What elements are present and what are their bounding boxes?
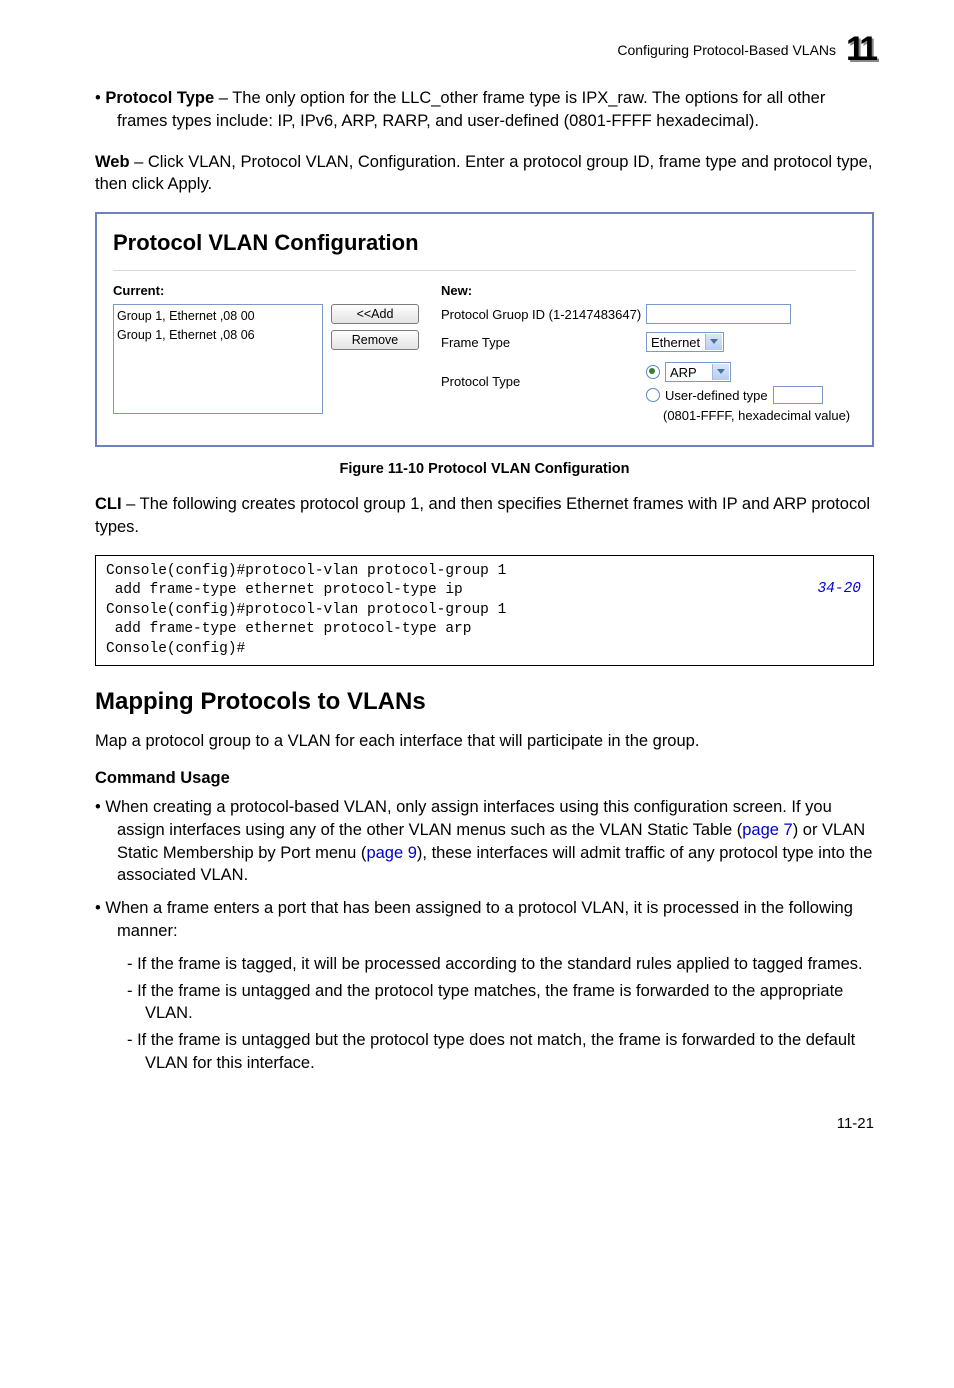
current-listbox[interactable]: Group 1, Ethernet ,08 00 Group 1, Ethern… [113, 304, 323, 414]
code-page-ref[interactable]: 34-20 [817, 580, 861, 600]
web-lead: Web [95, 153, 130, 171]
cli-code: Console(config)#protocol-vlan protocol-g… [106, 563, 506, 657]
chevron-down-icon [710, 339, 718, 344]
usage-bullet-1: When creating a protocol-based VLAN, onl… [95, 796, 874, 887]
frame-type-value: Ethernet [651, 335, 700, 350]
user-defined-hint: (0801-FFFF, hexadecimal value) [646, 408, 850, 423]
protocol-type-label: Protocol Type [105, 89, 214, 107]
command-usage-heading: Command Usage [95, 769, 874, 788]
group-id-input[interactable] [646, 304, 791, 324]
frame-type-label: Frame Type [441, 335, 646, 350]
current-label: Current: [113, 283, 423, 298]
cli-instruction: CLI – The following creates protocol gro… [95, 493, 874, 539]
cli-lead: CLI [95, 495, 122, 513]
breadcrumb: Configuring Protocol-Based VLANs [617, 42, 836, 58]
usage-subbullet-2: - If the frame is untagged and the proto… [95, 980, 874, 1026]
protocol-type-text: – The only option for the LLC_other fram… [117, 89, 825, 130]
usage-b1-a: When creating a protocol-based VLAN, onl… [105, 798, 831, 839]
usage-bullet-2: When a frame enters a port that has been… [95, 897, 874, 943]
sub1-text: If the frame is tagged, it will be proce… [137, 955, 863, 973]
divider [113, 270, 856, 271]
new-label: New: [441, 283, 856, 298]
protocol-type-bullet: Protocol Type – The only option for the … [95, 87, 874, 133]
figure-caption: Figure 11-10 Protocol VLAN Configuration [95, 461, 874, 477]
protocol-type-label: Protocol Type [441, 360, 646, 389]
chapter-number-badge: 11 [846, 30, 874, 69]
cli-text: – The following creates protocol group 1… [95, 495, 870, 536]
protocol-select-value: ARP [670, 365, 697, 380]
protocol-radio-userdefined[interactable] [646, 388, 660, 402]
page-header: Configuring Protocol-Based VLANs 11 [95, 30, 874, 69]
section-heading: Mapping Protocols to VLANs [95, 688, 874, 716]
cli-code-block: Console(config)#protocol-vlan protocol-g… [95, 555, 874, 667]
page-number: 11-21 [95, 1115, 874, 1132]
page-link-9[interactable]: page 9 [366, 844, 416, 862]
section-intro: Map a protocol group to a VLAN for each … [95, 730, 874, 753]
protocol-select[interactable]: ARP [665, 362, 731, 382]
screenshot-panel: Protocol VLAN Configuration Current: Gro… [95, 212, 874, 447]
list-item[interactable]: Group 1, Ethernet ,08 00 [117, 307, 319, 326]
usage-subbullet-3: - If the frame is untagged but the proto… [95, 1029, 874, 1075]
web-instruction: Web – Click VLAN, Protocol VLAN, Configu… [95, 151, 874, 197]
chevron-down-icon [717, 369, 725, 374]
list-item[interactable]: Group 1, Ethernet ,08 06 [117, 326, 319, 345]
usage-subbullet-1: - If the frame is tagged, it will be pro… [95, 953, 874, 976]
user-defined-label: User-defined type [665, 388, 768, 403]
protocol-radio-predefined[interactable] [646, 365, 660, 379]
page-link-7[interactable]: page 7 [742, 821, 792, 839]
sub2-text: If the frame is untagged and the protoco… [137, 982, 843, 1023]
screenshot-title: Protocol VLAN Configuration [113, 230, 856, 256]
add-button[interactable]: <<Add [331, 304, 419, 324]
sub3-text: If the frame is untagged but the protoco… [137, 1031, 855, 1072]
frame-type-select[interactable]: Ethernet [646, 332, 724, 352]
web-text: – Click VLAN, Protocol VLAN, Configurati… [95, 153, 872, 194]
group-id-label: Protocol Gruop ID (1-2147483647) [441, 307, 646, 322]
user-defined-input[interactable] [773, 386, 823, 404]
remove-button[interactable]: Remove [331, 330, 419, 350]
